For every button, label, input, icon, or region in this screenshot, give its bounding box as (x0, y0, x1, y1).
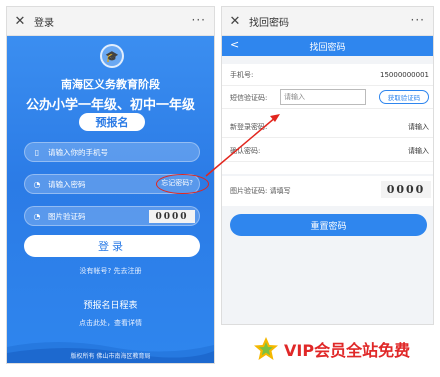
captcha-image[interactable]: 0000 (149, 210, 195, 223)
captcha-placeholder: 图片验证码 (48, 211, 86, 221)
confirm-password-row: 确认密码: 请输入 (222, 140, 433, 162)
forgot-password-highlight (156, 174, 209, 194)
more-menu-icon[interactable]: ··· (192, 13, 206, 27)
captcha-label: 图片验证码: 请填写 (230, 187, 291, 195)
reset-password-screen: ✕ 找回密码 ··· < 找回密码 手机号: 15000000001 短信验证码… (221, 6, 434, 325)
password-placeholder: 请输入密码 (48, 179, 86, 189)
login-body: 🎓 南海区义务教育阶段 公办小学一年级、初中一年级 预报名 ▯ 请输入你的手机号… (7, 36, 214, 363)
window-title: 找回密码 (249, 17, 289, 29)
login-titlebar: ✕ 登录 ··· (7, 7, 214, 36)
close-icon[interactable]: ✕ (225, 14, 245, 29)
sms-code-label: 短信验证码: (230, 93, 268, 102)
schedule-details-link[interactable]: 点击此处，查看详情 (7, 318, 214, 328)
login-screen: ✕ 登录 ··· 🎓 南海区义务教育阶段 公办小学一年级、初中一年级 预报名 ▯… (6, 6, 215, 364)
star-icon (254, 337, 278, 360)
phone-value: 15000000001 (380, 70, 429, 79)
phone-placeholder: 请输入你的手机号 (48, 147, 108, 157)
back-arrow-icon[interactable]: < (230, 38, 239, 51)
page-title-line1: 南海区义务教育阶段 (61, 78, 160, 91)
vip-watermark: VIP会员全站免费 (252, 332, 438, 366)
window-title: 登录 (34, 17, 54, 29)
shield-icon: ◔ (33, 211, 41, 221)
phone-icon: ▯ (34, 147, 40, 157)
captcha-image[interactable]: 0000 (381, 181, 431, 198)
page-title-line2: 公办小学一年级、初中一年级 (25, 98, 195, 113)
more-menu-icon[interactable]: ··· (411, 13, 425, 27)
confirm-password-input[interactable]: 请输入 (408, 146, 429, 156)
reset-password-button[interactable]: 重置密码 (230, 214, 427, 236)
confirm-password-label: 确认密码: (230, 146, 261, 155)
phone-input[interactable]: ▯ 请输入你的手机号 (24, 142, 200, 162)
sms-code-row: 短信验证码: 请输入 获取验证码 (222, 87, 433, 109)
phone-row: 手机号: 15000000001 (222, 64, 433, 86)
close-icon[interactable]: ✕ (10, 14, 30, 29)
graduation-cap-icon: 🎓 (100, 44, 124, 68)
reset-titlebar: ✕ 找回密码 ··· (222, 7, 433, 36)
get-sms-code-button[interactable]: 获取验证码 (379, 90, 429, 104)
new-password-label: 新登录密码: (230, 122, 268, 131)
footer-copyright: 版权所有 佛山市南海区教育局 (70, 353, 151, 360)
register-link[interactable]: 没有帐号? 先去注册 (7, 266, 214, 276)
pre-registration-badge: 预报名 (79, 113, 145, 131)
lock-icon: ◔ (33, 179, 41, 189)
schedule-title[interactable]: 预报名日程表 (7, 298, 214, 311)
reset-form: 手机号: 15000000001 短信验证码: 请输入 获取验证码 新登录密码:… (222, 64, 433, 174)
captcha-input[interactable]: ◔ 图片验证码 0000 (24, 206, 200, 226)
captcha-row[interactable]: 图片验证码: 请填写 0000 (222, 176, 433, 206)
reset-navbar: < 找回密码 (222, 36, 433, 56)
sms-code-input[interactable]: 请输入 (280, 89, 366, 105)
new-password-input[interactable]: 请输入 (408, 122, 429, 132)
vip-watermark-text: VIP会员全站免费 (284, 341, 411, 360)
phone-label: 手机号: (230, 70, 254, 79)
login-button[interactable]: 登录 (24, 235, 200, 257)
captcha-block: 图片验证码: 请填写 0000 (222, 176, 433, 206)
new-password-row: 新登录密码: 请输入 (222, 116, 433, 138)
nav-title: 找回密码 (309, 42, 346, 53)
